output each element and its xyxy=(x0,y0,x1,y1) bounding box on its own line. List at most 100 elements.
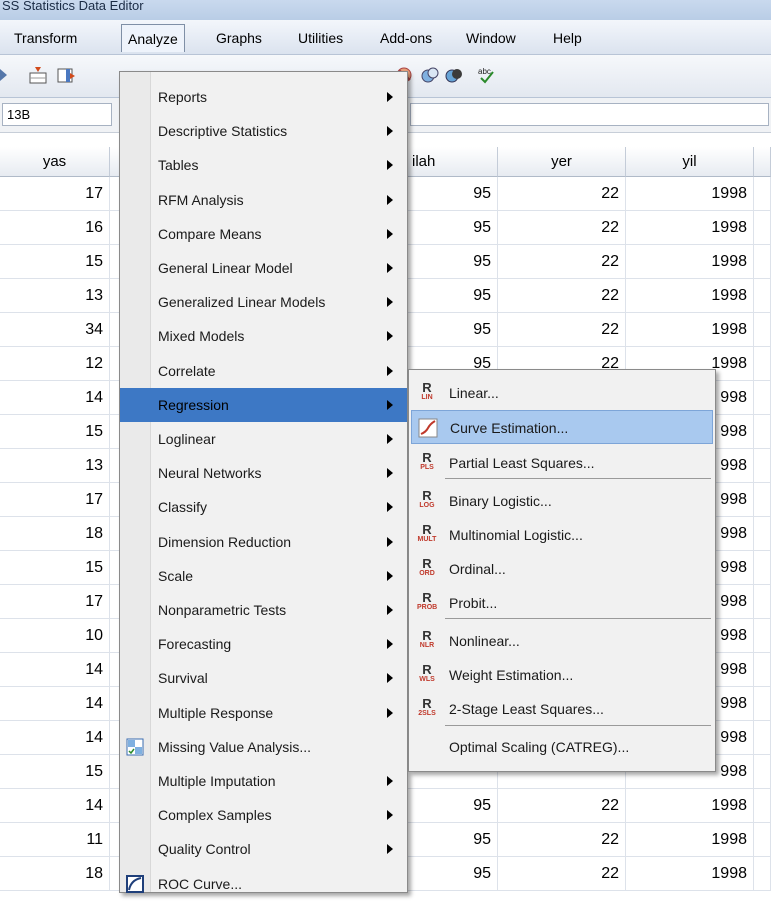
cell-ilah[interactable]: 95 xyxy=(408,823,498,857)
cell-empty[interactable] xyxy=(754,653,771,687)
submenu-item-ordinal[interactable]: R ORD Ordinal... xyxy=(411,552,713,586)
cell-value-field[interactable] xyxy=(410,103,769,126)
cell-yer[interactable]: 22 xyxy=(498,823,626,857)
menu-item-multiple-response[interactable]: Multiple Response xyxy=(120,696,407,730)
cell-yas[interactable]: 15 xyxy=(0,415,110,449)
cell-yas[interactable]: 11 xyxy=(0,823,110,857)
cell-empty[interactable] xyxy=(754,313,771,347)
cell-empty[interactable] xyxy=(754,517,771,551)
menu-help[interactable]: Help xyxy=(547,27,588,49)
cell-empty[interactable] xyxy=(754,483,771,517)
cell-empty[interactable] xyxy=(754,347,771,381)
cell-ilah[interactable]: 95 xyxy=(408,789,498,823)
cell-yas[interactable]: 17 xyxy=(0,585,110,619)
menu-add-ons[interactable]: Add-ons xyxy=(374,27,438,49)
cell-yer[interactable]: 22 xyxy=(498,177,626,211)
menu-item-compare-means[interactable]: Compare Means xyxy=(120,217,407,251)
menu-item-regression[interactable]: Regression xyxy=(120,387,407,422)
menu-item-mixed-models[interactable]: Mixed Models xyxy=(120,319,407,353)
menu-item-reports[interactable]: Reports xyxy=(120,80,407,114)
column-header-empty[interactable] xyxy=(754,147,771,177)
cell-yas[interactable]: 17 xyxy=(0,177,110,211)
menu-item-forecasting[interactable]: Forecasting xyxy=(120,627,407,661)
column-header-yer[interactable]: yer xyxy=(498,147,626,177)
cell-empty[interactable] xyxy=(754,381,771,415)
cell-yil[interactable]: 1998 xyxy=(626,789,754,823)
menu-window[interactable]: Window xyxy=(460,27,522,49)
cell-yil[interactable]: 1998 xyxy=(626,279,754,313)
cell-yer[interactable]: 22 xyxy=(498,313,626,347)
cell-yer[interactable]: 22 xyxy=(498,245,626,279)
cell-yas[interactable]: 10 xyxy=(0,619,110,653)
cell-empty[interactable] xyxy=(754,449,771,483)
cell-yas[interactable]: 14 xyxy=(0,381,110,415)
cell-empty[interactable] xyxy=(754,415,771,449)
cell-yas[interactable]: 14 xyxy=(0,789,110,823)
menu-item-loglinear[interactable]: Loglinear xyxy=(120,422,407,456)
menu-item-general-linear-model[interactable]: General Linear Model xyxy=(120,251,407,285)
menu-item-roc-curve[interactable]: ROC Curve... xyxy=(120,867,407,901)
cell-empty[interactable] xyxy=(754,687,771,721)
menu-item-generalized-linear-models[interactable]: Generalized Linear Models xyxy=(120,285,407,319)
menu-item-multiple-imputation[interactable]: Multiple Imputation xyxy=(120,764,407,798)
menu-analyze[interactable]: Analyze xyxy=(121,24,185,52)
cell-yas[interactable]: 16 xyxy=(0,211,110,245)
menu-graphs[interactable]: Graphs xyxy=(210,27,268,49)
submenu-item-probit[interactable]: R PROB Probit... xyxy=(411,586,713,620)
use-sets-icon[interactable] xyxy=(420,65,440,85)
cell-ilah[interactable]: 95 xyxy=(408,279,498,313)
cell-empty[interactable] xyxy=(754,177,771,211)
cell-yil[interactable]: 1998 xyxy=(626,313,754,347)
cell-yas[interactable]: 13 xyxy=(0,449,110,483)
cell-yas[interactable]: 14 xyxy=(0,687,110,721)
submenu-item-optimal-scaling-catreg[interactable]: Optimal Scaling (CATREG)... xyxy=(411,730,713,764)
menu-item-scale[interactable]: Scale xyxy=(120,559,407,593)
submenu-item-2-stage-least-squares[interactable]: R 2SLS 2-Stage Least Squares... xyxy=(411,692,713,726)
menu-transform[interactable]: Transform xyxy=(8,27,83,49)
cell-yer[interactable]: 22 xyxy=(498,211,626,245)
cell-yas[interactable]: 18 xyxy=(0,857,110,891)
cell-empty[interactable] xyxy=(754,857,771,891)
cell-yas[interactable]: 14 xyxy=(0,653,110,687)
menu-item-classify[interactable]: Classify xyxy=(120,490,407,524)
submenu-item-curve-estimation[interactable]: Curve Estimation... xyxy=(411,410,713,444)
menu-item-descriptive-statistics[interactable]: Descriptive Statistics xyxy=(120,114,407,148)
cell-yas[interactable]: 34 xyxy=(0,313,110,347)
show-all-variables-icon[interactable] xyxy=(444,65,464,85)
cell-reference-field[interactable]: 13B xyxy=(2,103,112,126)
cell-empty[interactable] xyxy=(754,755,771,789)
submenu-item-weight-estimation[interactable]: R WLS Weight Estimation... xyxy=(411,658,713,692)
cell-empty[interactable] xyxy=(754,721,771,755)
cell-yil[interactable]: 1998 xyxy=(626,177,754,211)
submenu-item-linear[interactable]: R LIN Linear... xyxy=(411,376,713,410)
cell-yas[interactable]: 15 xyxy=(0,245,110,279)
cell-empty[interactable] xyxy=(754,551,771,585)
menu-item-rfm-analysis[interactable]: RFM Analysis xyxy=(120,183,407,217)
menu-item-neural-networks[interactable]: Neural Networks xyxy=(120,456,407,490)
cell-yas[interactable]: 17 xyxy=(0,483,110,517)
cell-ilah[interactable]: 95 xyxy=(408,857,498,891)
cell-yas[interactable]: 15 xyxy=(0,755,110,789)
cell-empty[interactable] xyxy=(754,211,771,245)
cell-empty[interactable] xyxy=(754,789,771,823)
submenu-item-partial-least-squares[interactable]: R PLS Partial Least Squares... xyxy=(411,446,713,480)
cell-ilah[interactable]: 95 xyxy=(408,211,498,245)
cell-yer[interactable]: 22 xyxy=(498,279,626,313)
menu-utilities[interactable]: Utilities xyxy=(292,27,349,49)
menu-item-nonparametric-tests[interactable]: Nonparametric Tests xyxy=(120,593,407,627)
cell-yer[interactable]: 22 xyxy=(498,857,626,891)
submenu-item-multinomial-logistic[interactable]: R MULT Multinomial Logistic... xyxy=(411,518,713,552)
cell-yas[interactable]: 18 xyxy=(0,517,110,551)
toolbar-arrow-icon[interactable] xyxy=(0,65,8,85)
cell-yas[interactable]: 14 xyxy=(0,721,110,755)
cell-ilah[interactable]: 95 xyxy=(408,313,498,347)
cell-yas[interactable]: 12 xyxy=(0,347,110,381)
cell-empty[interactable] xyxy=(754,245,771,279)
column-header-ilah[interactable]: ilah xyxy=(408,147,498,177)
menu-item-complex-samples[interactable]: Complex Samples xyxy=(120,798,407,832)
cell-yer[interactable]: 22 xyxy=(498,789,626,823)
menu-item-quality-control[interactable]: Quality Control xyxy=(120,832,407,866)
cell-ilah[interactable]: 95 xyxy=(408,245,498,279)
cell-empty[interactable] xyxy=(754,823,771,857)
column-header-yil[interactable]: yil xyxy=(626,147,754,177)
